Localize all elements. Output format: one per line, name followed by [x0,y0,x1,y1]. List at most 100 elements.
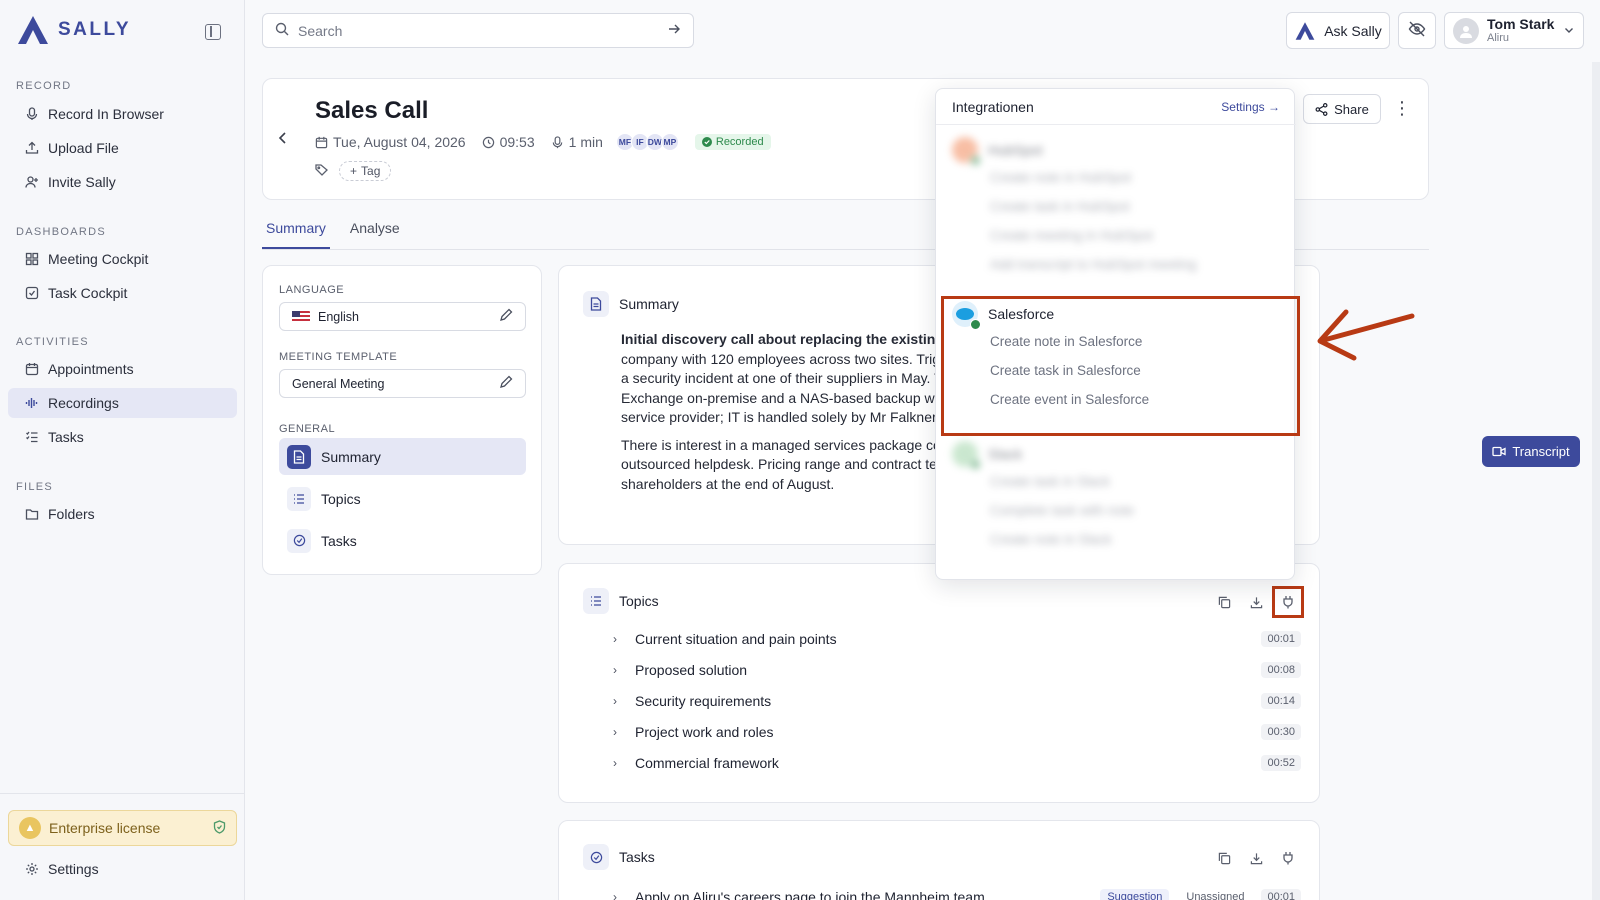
download-icon[interactable] [1247,849,1265,867]
timestamp-badge[interactable]: 00:01 [1261,631,1301,647]
section-label-dashboards: DASHBOARDS [16,226,107,238]
pencil-icon[interactable] [499,375,513,392]
integration-action[interactable]: Create note in HubSpot [990,163,1196,192]
task-row[interactable]: › Apply on Aliru's careers page to join … [613,883,1301,900]
tab-summary[interactable]: Summary [262,212,330,249]
sidebar-item-upload-file[interactable]: Upload File [8,133,237,163]
pencil-icon[interactable] [499,308,513,325]
page-title: Sales Call [315,97,429,124]
download-icon[interactable] [1247,593,1265,611]
enterprise-license-badge[interactable]: ▲ Enterprise license [8,810,237,846]
user-menu[interactable]: Tom Stark Aliru [1444,12,1584,49]
sidebar-item-record-in-browser[interactable]: Record In Browser [8,99,237,129]
sidebar-item-tasks[interactable]: Tasks [8,422,237,452]
topic-row[interactable]: › Current situation and pain points 00:0… [613,625,1301,653]
sidebar-item-label: Record In Browser [48,106,164,122]
tasks-actions [1215,849,1297,867]
sidebar-item-label: Task Cockpit [48,285,128,301]
calendar-icon [24,362,39,377]
annotation-arrow-icon [1317,309,1415,361]
video-icon [1492,446,1506,457]
sidebar-item-label: Recordings [48,395,119,411]
sidebar-item-label: Invite Sally [48,174,116,190]
ask-sally-label: Ask Sally [1324,22,1382,39]
integrations-plug-button[interactable] [1272,586,1304,618]
copy-icon[interactable] [1215,849,1233,867]
section-label-files: FILES [16,481,54,493]
sidebar-item-appointments[interactable]: Appointments [8,354,237,384]
sidebar-item-task-cockpit[interactable]: Task Cockpit [8,278,237,308]
arrow-right-icon[interactable] [667,22,681,39]
create-task-salesforce[interactable]: Create task in Salesforce [990,356,1149,385]
participants[interactable]: MF IF DW MP [615,133,679,151]
chevron-left-icon[interactable] [277,129,289,150]
microphone-icon [552,135,562,148]
create-note-salesforce[interactable]: Create note in Salesforce [990,327,1149,356]
checkbox-icon [24,286,39,301]
chevron-right-icon: › [613,694,617,708]
sidebar-item-settings[interactable]: Settings [8,854,237,884]
meeting-settings-card: LANGUAGE English MEETING TEMPLATE Genera… [262,265,542,575]
add-tag-button[interactable]: + Tag [339,161,392,181]
tasks-title: Tasks [619,849,655,865]
integration-action[interactable]: Complete task with note [990,496,1134,525]
search-bar[interactable] [262,13,694,48]
plus-icon: + [350,164,358,178]
timestamp-badge[interactable]: 00:14 [1261,693,1301,709]
template-field[interactable]: General Meeting [279,369,526,398]
topic-row[interactable]: › Proposed solution 00:08 [613,656,1301,684]
language-field[interactable]: English [279,302,526,331]
copy-icon[interactable] [1215,593,1233,611]
integration-action[interactable]: Create task in Slack [990,467,1134,496]
integration-other: Slack Create task in Slack Complete task… [952,441,1134,554]
tab-analyse[interactable]: Analyse [346,212,404,249]
user-plus-icon [24,175,39,190]
ask-sally-button[interactable]: Ask Sally [1286,12,1390,49]
us-flag-icon [292,310,310,323]
sidebar-item-invite-sally[interactable]: Invite Sally [8,167,237,197]
template-value: General Meeting [292,376,385,391]
integration-action[interactable]: Create meeting in HubSpot [990,221,1196,250]
language-value: English [318,309,359,324]
general-item-summary[interactable]: Summary [279,438,526,475]
chevron-right-icon: › [613,756,617,770]
avatar [1453,17,1479,44]
transcript-button[interactable]: Transcript [1482,436,1580,467]
share-button[interactable]: Share [1303,94,1381,124]
upload-icon [24,141,39,156]
timestamp-badge[interactable]: 00:30 [1261,724,1301,740]
user-name: Tom Stark [1487,15,1555,32]
timestamp-badge[interactable]: 00:08 [1261,662,1301,678]
logo[interactable]: SALLY [16,14,131,46]
more-options-icon[interactable]: ⋮ [1393,99,1411,117]
general-item-tasks[interactable]: Tasks [279,522,526,559]
integration-action[interactable]: Add transcript to HubSpot meeting [990,250,1196,279]
plug-icon[interactable] [1279,849,1297,867]
sidebar-item-meeting-cockpit[interactable]: Meeting Cockpit [8,244,237,274]
integrations-settings-link[interactable]: Settings → [1221,100,1280,114]
integration-action[interactable]: Create task in HubSpot [990,192,1196,221]
sidebar-item-folders[interactable]: Folders [8,499,237,529]
scrollbar[interactable] [1592,62,1600,900]
microphone-icon [24,107,39,122]
sidebar-item-label: Meeting Cockpit [48,251,149,267]
sidebar-item-recordings[interactable]: Recordings [8,388,237,418]
topic-row[interactable]: › Security requirements 00:14 [613,687,1301,715]
topic-row[interactable]: › Commercial framework 00:52 [613,749,1301,777]
collapse-sidebar-icon[interactable] [205,24,221,40]
waveform-icon [24,396,39,411]
create-event-salesforce[interactable]: Create event in Salesforce [990,385,1149,414]
timestamp-badge[interactable]: 00:52 [1261,755,1301,771]
chevron-down-icon [1563,23,1575,39]
timestamp-badge[interactable]: 00:01 [1261,889,1301,900]
general-item-topics[interactable]: Topics [279,480,526,517]
hide-recording-button[interactable] [1398,12,1436,49]
assignee-label[interactable]: Unassigned [1179,889,1251,900]
search-input[interactable] [298,22,658,39]
integration-action[interactable]: Create note in Slack [990,525,1134,554]
topic-row[interactable]: › Project work and roles 00:30 [613,718,1301,746]
plug-icon [1283,596,1293,609]
tag-row: + Tag [315,161,392,181]
template-label: MEETING TEMPLATE [279,351,398,363]
salesforce-logo-icon [952,301,981,330]
